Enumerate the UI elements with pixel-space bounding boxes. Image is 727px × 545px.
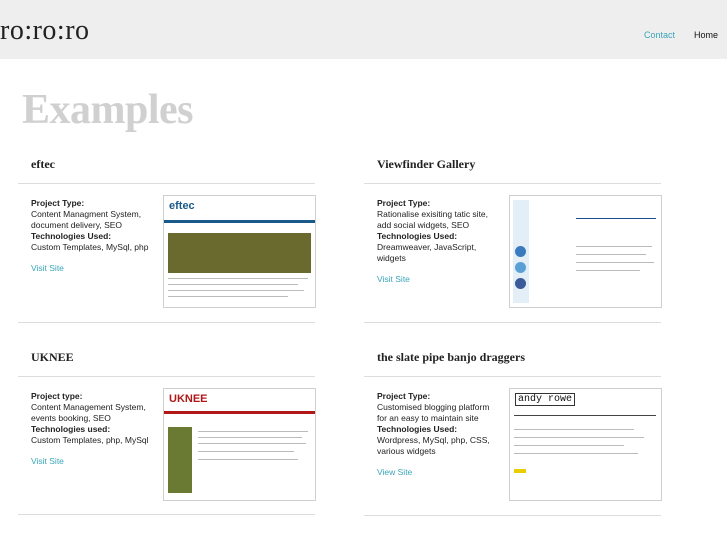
thumb-logo: UKNEE bbox=[169, 393, 208, 405]
divider bbox=[18, 322, 315, 323]
site-header: ro:ro:ro Contact Home bbox=[0, 0, 727, 59]
technologies-label: Technologies Used: bbox=[377, 231, 458, 241]
thumb-text-line bbox=[576, 270, 640, 271]
project-info: Project type: Content Management System,… bbox=[31, 391, 151, 467]
divider bbox=[18, 376, 315, 377]
thumb-logo: andy rowe bbox=[515, 393, 576, 406]
technologies-value: Custom Templates, MySql, php bbox=[31, 242, 149, 252]
thumb-text-line bbox=[576, 218, 656, 219]
thumb-text-line bbox=[514, 445, 624, 446]
technologies-value: Custom Templates, php, MySql bbox=[31, 435, 149, 445]
project-screenshot[interactable] bbox=[509, 195, 662, 308]
project-title: UKNEE bbox=[31, 350, 74, 364]
technologies-label: Technologies Used: bbox=[31, 231, 112, 241]
thumb-text-line bbox=[198, 451, 294, 452]
divider bbox=[364, 322, 661, 323]
thumb-text-line bbox=[198, 459, 298, 460]
thumb-text-line bbox=[168, 296, 288, 297]
thumb-text-line bbox=[514, 437, 644, 438]
thumb-text-line bbox=[198, 437, 302, 438]
thumb-side-image bbox=[168, 427, 192, 493]
nav-contact-link[interactable]: Contact bbox=[644, 30, 675, 40]
project-info: Project Type: Content Managment System, … bbox=[31, 198, 151, 274]
technologies-value: Dreamweaver, JavaScript, widgets bbox=[377, 242, 477, 263]
divider bbox=[18, 183, 315, 184]
project-info: Project Type: Rationalise exisiting tati… bbox=[377, 198, 497, 285]
project-type-value: Content Managment System, document deliv… bbox=[31, 209, 142, 230]
thumb-text-line bbox=[576, 246, 652, 247]
thumb-nav-bar bbox=[164, 411, 315, 414]
project-info: Project Type: Customised blogging platfo… bbox=[377, 391, 497, 478]
project-type-value: Customised blogging platform for an easy… bbox=[377, 402, 490, 423]
thumb-social-icon bbox=[515, 246, 526, 257]
thumb-social-icon bbox=[515, 262, 526, 273]
thumb-highlight bbox=[514, 469, 526, 473]
divider bbox=[364, 376, 661, 377]
thumb-logo: eftec bbox=[169, 200, 195, 212]
visit-site-link[interactable]: View Site bbox=[377, 467, 497, 478]
project-screenshot[interactable]: eftec bbox=[163, 195, 316, 308]
project-screenshot[interactable]: andy rowe bbox=[509, 388, 662, 501]
thumb-social-icon bbox=[515, 278, 526, 289]
visit-site-link[interactable]: Visit Site bbox=[31, 263, 151, 274]
thumb-hero-image bbox=[168, 233, 311, 273]
project-type-value: Content Management System, events bookin… bbox=[31, 402, 146, 423]
thumb-text-line bbox=[198, 431, 308, 432]
thumb-nav-bar bbox=[164, 220, 315, 223]
thumb-text-line bbox=[514, 429, 634, 430]
thumb-text-line bbox=[198, 443, 306, 444]
thumb-text-line bbox=[168, 278, 308, 279]
technologies-value: Wordpress, MySql, php, CSS, various widg… bbox=[377, 435, 490, 456]
project-title: Viewfinder Gallery bbox=[377, 157, 476, 171]
technologies-label: Technologies Used: bbox=[377, 424, 458, 434]
thumb-text-line bbox=[514, 453, 638, 454]
thumb-text-line bbox=[168, 290, 304, 291]
thumb-text-line bbox=[168, 284, 298, 285]
divider bbox=[18, 514, 315, 515]
project-screenshot[interactable]: UKNEE bbox=[163, 388, 316, 501]
thumb-text-line bbox=[576, 262, 654, 263]
visit-site-link[interactable]: Visit Site bbox=[377, 274, 497, 285]
divider bbox=[364, 183, 661, 184]
visit-site-link[interactable]: Visit Site bbox=[31, 456, 151, 467]
nav-home-link[interactable]: Home bbox=[694, 30, 718, 40]
project-title: the slate pipe banjo draggers bbox=[377, 350, 525, 364]
project-type-value: Rationalise exisiting tatic site, add so… bbox=[377, 209, 489, 230]
project-type-label: Project Type: bbox=[377, 198, 431, 208]
divider bbox=[364, 515, 661, 516]
site-logo[interactable]: ro:ro:ro bbox=[0, 15, 90, 47]
project-type-label: Project type: bbox=[31, 391, 83, 401]
thumb-nav-bar bbox=[514, 415, 656, 416]
project-title: eftec bbox=[31, 157, 55, 171]
project-type-label: Project Type: bbox=[31, 198, 85, 208]
project-type-label: Project Type: bbox=[377, 391, 431, 401]
technologies-label: Technologies used: bbox=[31, 424, 111, 434]
thumb-text-line bbox=[576, 254, 646, 255]
page-title: Examples bbox=[22, 87, 194, 133]
